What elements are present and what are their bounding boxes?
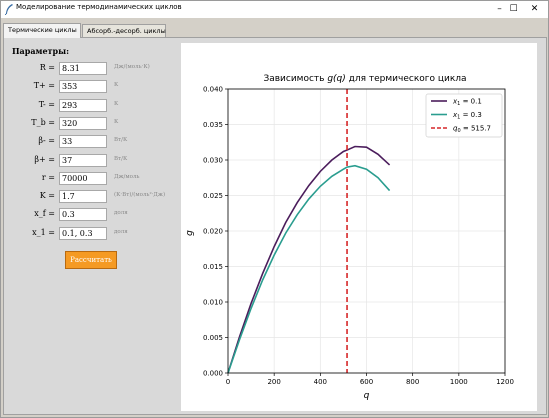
- y-tick-label: 0.010: [203, 299, 223, 307]
- param-label: R =: [39, 63, 55, 72]
- param-label: T- =: [38, 99, 55, 109]
- x-ticks: 0 200 400 600 800 1000 1200: [226, 373, 514, 386]
- param-input[interactable]: [59, 62, 107, 75]
- y-tick-label: 0.020: [203, 228, 223, 236]
- param-input[interactable]: [59, 135, 107, 149]
- x-tick-label: 0: [226, 378, 230, 386]
- param-unit: доля: [114, 228, 128, 235]
- y-axis-label: g: [185, 230, 195, 236]
- window-title: Моделирование термодинамических циклов: [16, 3, 182, 11]
- param-unit: К: [114, 82, 119, 89]
- x-tick-label: 200: [267, 378, 280, 386]
- param-input[interactable]: [59, 153, 107, 167]
- param-unit: Дж/(моль·К): [114, 64, 150, 70]
- param-unit: (К·Вт)/(моль²·Дж): [114, 192, 166, 199]
- param-input[interactable]: [59, 98, 107, 112]
- close-button[interactable]: ✕: [521, 1, 548, 18]
- param-unit: К: [114, 100, 119, 107]
- tab-thermal-cycles[interactable]: Термические циклы: [3, 23, 81, 38]
- x-tick-label: 1000: [450, 378, 468, 386]
- param-label: β- =: [38, 136, 55, 146]
- chart-title: Зависимость g(q) для термического цикла: [263, 74, 466, 84]
- plot-area: Зависимость g(q) для термического цикла …: [181, 43, 537, 411]
- x-tick-label: 1200: [496, 378, 514, 386]
- param-row: x_f = доля: [1, 208, 181, 222]
- param-label: T_b =: [31, 117, 55, 127]
- param-label: x_f =: [34, 209, 55, 219]
- param-input[interactable]: [59, 226, 107, 240]
- y-tick-label: 0.035: [203, 121, 223, 129]
- param-row: T+ = К: [1, 80, 181, 94]
- param-row: T- = К: [1, 98, 181, 113]
- x-tick-label: 800: [406, 378, 419, 386]
- x-tick-label: 400: [314, 378, 327, 386]
- param-unit: Дж/моль: [114, 173, 140, 180]
- param-input[interactable]: [59, 171, 107, 185]
- y-tick-label: 0.030: [203, 157, 223, 165]
- params-title: Параметры:: [12, 46, 70, 56]
- param-input[interactable]: [59, 116, 107, 130]
- y-tick-label: 0.025: [203, 192, 223, 200]
- y-tick-label: 0.040: [203, 86, 223, 94]
- title-bar[interactable]: Моделирование термодинамических циклов –…: [1, 1, 548, 18]
- param-unit: К: [114, 118, 119, 125]
- feather-icon: [5, 4, 13, 15]
- y-ticks: 0.000 0.005 0.010 0.015 0.020 0.025 0.030 0.035…: [203, 86, 228, 378]
- app-window: Моделирование термодинамических циклов –…: [0, 0, 549, 418]
- param-label: x_1 =: [32, 227, 55, 237]
- param-row: R = Дж/(моль·К): [1, 62, 181, 76]
- param-input[interactable]: [59, 80, 107, 94]
- y-tick-label: 0.005: [203, 334, 223, 342]
- calculate-button[interactable]: Рассчитать: [65, 251, 117, 269]
- param-label: r =: [41, 172, 55, 182]
- legend: x1 = 0.1x1 = 0.3q0 = 515.7: [425, 93, 503, 138]
- param-label: T+ =: [33, 81, 55, 91]
- param-row: K = (К·Вт)/(моль²·Дж): [1, 190, 181, 204]
- x-axis-label: q: [364, 391, 370, 401]
- series-line-2: [227, 164, 391, 374]
- param-input[interactable]: [59, 190, 107, 204]
- param-unit: Вт/К: [114, 137, 128, 144]
- param-row: β- = Вт/К: [1, 135, 181, 149]
- x-tick-label: 600: [360, 378, 373, 386]
- chart: Зависимость g(q) для термического цикла …: [185, 74, 514, 401]
- param-row: β+ = Вт/К: [1, 153, 181, 168]
- param-row: x_1 = доля: [1, 226, 181, 241]
- series-line-1: [227, 145, 391, 374]
- tab-absorption-cycles[interactable]: Абсорб.-десорб. циклы: [82, 24, 166, 37]
- y-tick-label: 0.015: [203, 263, 223, 271]
- param-input[interactable]: [59, 208, 107, 222]
- param-unit: Вт/К: [114, 155, 128, 162]
- param-label: K =: [39, 191, 55, 201]
- param-row: T_b = К: [1, 116, 181, 131]
- param-unit: доля: [114, 210, 128, 217]
- y-tick-label: 0.000: [203, 370, 223, 378]
- param-row: r = Дж/моль: [1, 171, 181, 186]
- param-label: β+ =: [34, 154, 55, 164]
